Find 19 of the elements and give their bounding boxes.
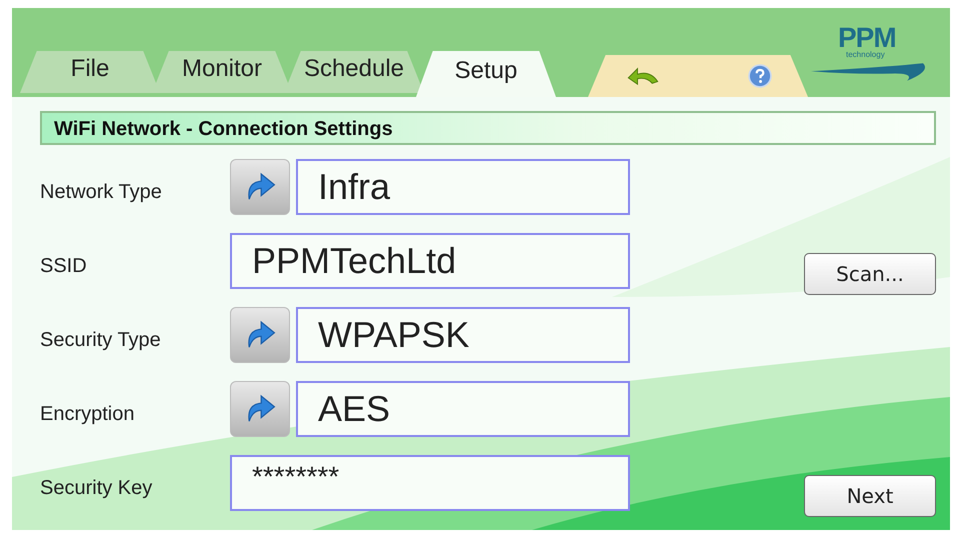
input-field[interactable]: PPMTechLtd [230, 233, 630, 289]
select-arrow-button[interactable] [230, 381, 290, 437]
select-arrow-button[interactable] [230, 159, 290, 215]
input-field[interactable]: Infra [296, 159, 630, 215]
field-label: Network Type [40, 180, 163, 204]
field-label: Security Key [40, 476, 154, 500]
field-label: SSID [40, 254, 88, 278]
help-icon[interactable] [748, 64, 772, 88]
field-label: Security Type [40, 328, 162, 352]
input-field[interactable]: ******** [230, 455, 630, 511]
input-field[interactable]: AES [296, 381, 630, 437]
logo-tagline: technology [846, 50, 885, 59]
select-arrow-button[interactable] [230, 307, 290, 363]
action-button[interactable]: Next [804, 475, 936, 517]
section-title: WiFi Network - Connection Settings [40, 111, 936, 145]
tab[interactable]: Setup [416, 51, 556, 97]
field-label: Encryption [40, 402, 136, 426]
action-button[interactable]: Scan... [804, 253, 936, 295]
input-field[interactable]: WPAPSK [296, 307, 630, 363]
